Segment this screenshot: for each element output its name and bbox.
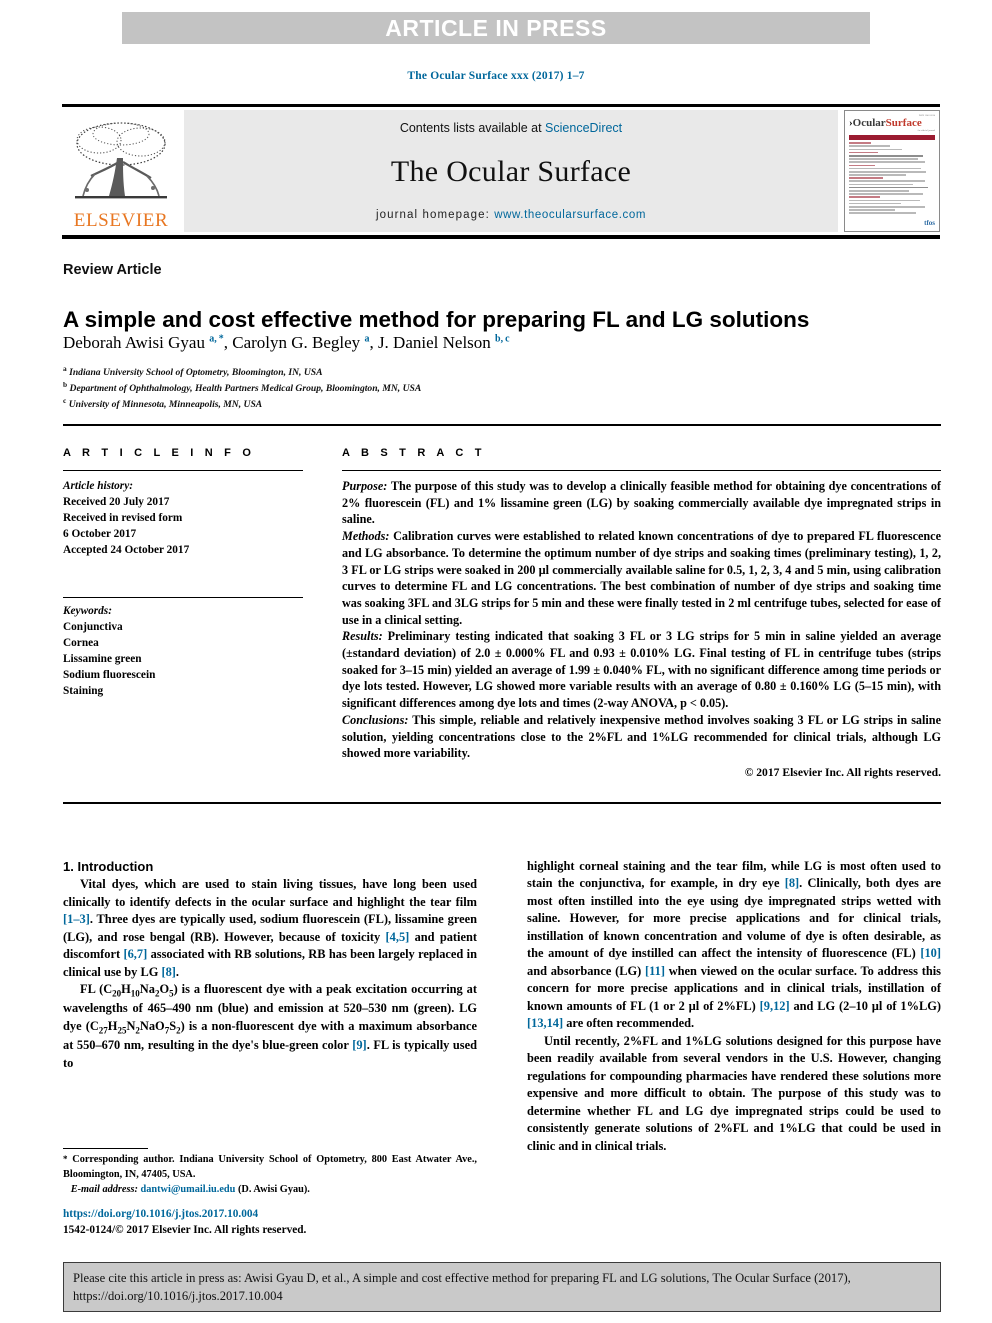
abstract-conclusions: Conclusions: This simple, reliable and r… bbox=[342, 712, 941, 762]
affiliation-mark: b bbox=[63, 379, 68, 389]
keyword-item: Staining bbox=[63, 685, 104, 698]
journal-masthead: ELSEVIER Contents lists available at Sci… bbox=[62, 104, 940, 239]
keyword-item: Cornea bbox=[63, 637, 99, 650]
abstract-copyright: © 2017 Elsevier Inc. All rights reserved… bbox=[744, 766, 941, 779]
abstract-conclusions-text: This simple, reliable and relatively ine… bbox=[342, 712, 941, 761]
abstract-body: Purpose: The purpose of this study was t… bbox=[342, 478, 941, 762]
abstract-purpose-text: The purpose of this study was to develop… bbox=[342, 479, 941, 527]
affiliation-item: c University of Minnesota, Minneapolis, … bbox=[63, 396, 943, 412]
article-info-heading: A R T I C L E I N F O bbox=[63, 447, 256, 459]
email-address-label: E-mail address: bbox=[70, 1183, 138, 1195]
intro-paragraph-3: Until recently, 2%FL and 1%LG solutions … bbox=[527, 1033, 941, 1153]
abstract-bottom-rule bbox=[63, 802, 941, 804]
footnote-separator-rule bbox=[63, 1148, 148, 1150]
masthead-center-panel: Contents lists available at ScienceDirec… bbox=[184, 110, 838, 232]
cover-subhead: An official journal bbox=[917, 128, 935, 132]
email-owner: (D. Awisi Gyau). bbox=[237, 1183, 310, 1195]
abstract-column-rule bbox=[342, 470, 941, 472]
sciencedirect-link[interactable]: ScienceDirect bbox=[545, 121, 622, 135]
contents-available-line: Contents lists available at ScienceDirec… bbox=[400, 121, 622, 135]
affiliation-mark: c bbox=[63, 395, 67, 405]
keyword-item: Sodium fluorescein bbox=[63, 669, 156, 682]
article-history: Article history: Received 20 July 2017 R… bbox=[63, 478, 313, 558]
journal-homepage-link[interactable]: www.theocularsurface.com bbox=[494, 209, 646, 221]
masthead-bottom-rule bbox=[62, 235, 940, 239]
keywords-label: Keywords: bbox=[63, 605, 112, 617]
article-in-press-banner: ARTICLE IN PRESS bbox=[122, 12, 870, 44]
contents-prefix-label: Contents lists available at bbox=[399, 121, 546, 135]
elsevier-tree-icon bbox=[75, 122, 167, 199]
history-item: Accepted 24 October 2017 bbox=[63, 544, 190, 557]
journal-homepage-line: journal homepage: www.theocularsurface.c… bbox=[376, 209, 646, 221]
abstract-methods-text: Calibration curves were established to r… bbox=[342, 529, 941, 627]
corresponding-author-text: * Corresponding author. Indiana Universi… bbox=[63, 1154, 477, 1180]
intro-paragraph-1: Vital dyes, which are used to stain livi… bbox=[63, 877, 477, 979]
affiliation-text: Indiana University School of Optometry, … bbox=[69, 367, 323, 379]
article-page: ARTICLE IN PRESS The Ocular Surface xxx … bbox=[0, 0, 992, 1323]
info-block-top-rule bbox=[63, 424, 941, 426]
email-line: E-mail address: dantwi@umail.iu.edu (D. … bbox=[63, 1183, 477, 1198]
elsevier-wordmark: ELSEVIER bbox=[73, 210, 169, 231]
intro-paragraph-1-continued: highlight corneal staining and the tear … bbox=[527, 859, 941, 1031]
email-address-link[interactable]: dantwi@umail.iu.edu bbox=[141, 1184, 236, 1195]
history-item: Received 20 July 2017 bbox=[63, 496, 170, 509]
abstract-methods-label: Methods: bbox=[342, 529, 390, 544]
keyword-item: Conjunctiva bbox=[63, 621, 123, 634]
keywords-rule bbox=[63, 597, 303, 599]
issn-copyright-line: 1542-0124/© 2017 Elsevier Inc. All right… bbox=[63, 1224, 307, 1236]
abstract-results-label: Results: bbox=[342, 629, 383, 644]
keywords-list: Keywords: Conjunctiva Cornea Lissamine g… bbox=[63, 603, 313, 699]
body-column-left: 1. Introduction Vital dyes, which are us… bbox=[63, 858, 477, 1072]
abstract-results-text: Preliminary testing indicated that soaki… bbox=[342, 629, 941, 711]
abstract-results: Results: Preliminary testing indicated t… bbox=[342, 628, 941, 712]
keyword-item: Lissamine green bbox=[63, 653, 142, 666]
abstract-methods: Methods: Calibration curves were establi… bbox=[342, 528, 941, 628]
journal-running-head: The Ocular Surface xxx (2017) 1–7 bbox=[407, 70, 585, 82]
journal-cover-thumbnail: ISSN 1542-0124 ›OcularSurface An officia… bbox=[844, 110, 940, 232]
history-item: 6 October 2017 bbox=[63, 528, 137, 541]
history-item: Received in revised form bbox=[63, 512, 183, 525]
abstract-heading: A B S T R A C T bbox=[342, 447, 486, 459]
cover-title-surface: Surface bbox=[885, 116, 922, 129]
body-column-right: highlight corneal staining and the tear … bbox=[527, 858, 941, 1155]
cover-title-ocular: Ocular bbox=[852, 116, 886, 129]
article-type-label: Review Article bbox=[63, 262, 162, 278]
info-column-rule bbox=[63, 470, 303, 472]
cover-society-logo: tfos bbox=[924, 219, 935, 227]
elsevier-logo: ELSEVIER bbox=[62, 110, 180, 232]
page-title: A simple and cost effective method for p… bbox=[63, 307, 810, 333]
affiliation-text: Department of Ophthalmology, Health Part… bbox=[69, 382, 422, 394]
cover-title: ›OcularSurface bbox=[849, 116, 922, 129]
intro-paragraph-2: FL (C20H10Na2O5) is a fluorescent dye wi… bbox=[63, 982, 478, 1070]
cover-color-band bbox=[849, 135, 935, 141]
affiliation-text: University of Minnesota, Minneapolis, MN… bbox=[68, 398, 263, 410]
corresponding-author-footnote: * Corresponding author. Indiana Universi… bbox=[63, 1153, 477, 1198]
masthead-top-rule bbox=[62, 104, 940, 107]
section-heading-introduction: 1. Introduction bbox=[63, 859, 154, 874]
masthead-body: ELSEVIER Contents lists available at Sci… bbox=[62, 110, 940, 232]
homepage-label: journal homepage: bbox=[375, 209, 490, 221]
cover-text-lines bbox=[849, 142, 935, 214]
article-in-press-label: ARTICLE IN PRESS bbox=[385, 14, 607, 41]
affiliation-item: a Indiana University School of Optometry… bbox=[63, 364, 943, 380]
affiliation-list: a Indiana University School of Optometry… bbox=[63, 364, 943, 411]
affiliation-item: b Department of Ophthalmology, Health Pa… bbox=[63, 380, 943, 396]
cover-footer: tfos bbox=[849, 219, 935, 227]
abstract-conclusions-label: Conclusions: bbox=[342, 712, 409, 727]
abstract-purpose: Purpose: The purpose of this study was t… bbox=[342, 478, 941, 528]
please-cite-text: Please cite this article in press as: Aw… bbox=[73, 1271, 851, 1303]
author-list: Deborah Awisi Gyau a, *, Carolyn G. Begl… bbox=[63, 333, 510, 352]
article-history-label: Article history: bbox=[63, 480, 133, 492]
please-cite-box: Please cite this article in press as: Aw… bbox=[63, 1262, 941, 1312]
journal-title: The Ocular Surface bbox=[390, 155, 632, 188]
doi-link[interactable]: https://doi.org/10.1016/j.jtos.2017.10.0… bbox=[63, 1208, 258, 1220]
abstract-purpose-label: Purpose: bbox=[342, 479, 388, 493]
affiliation-mark: a bbox=[63, 364, 67, 373]
